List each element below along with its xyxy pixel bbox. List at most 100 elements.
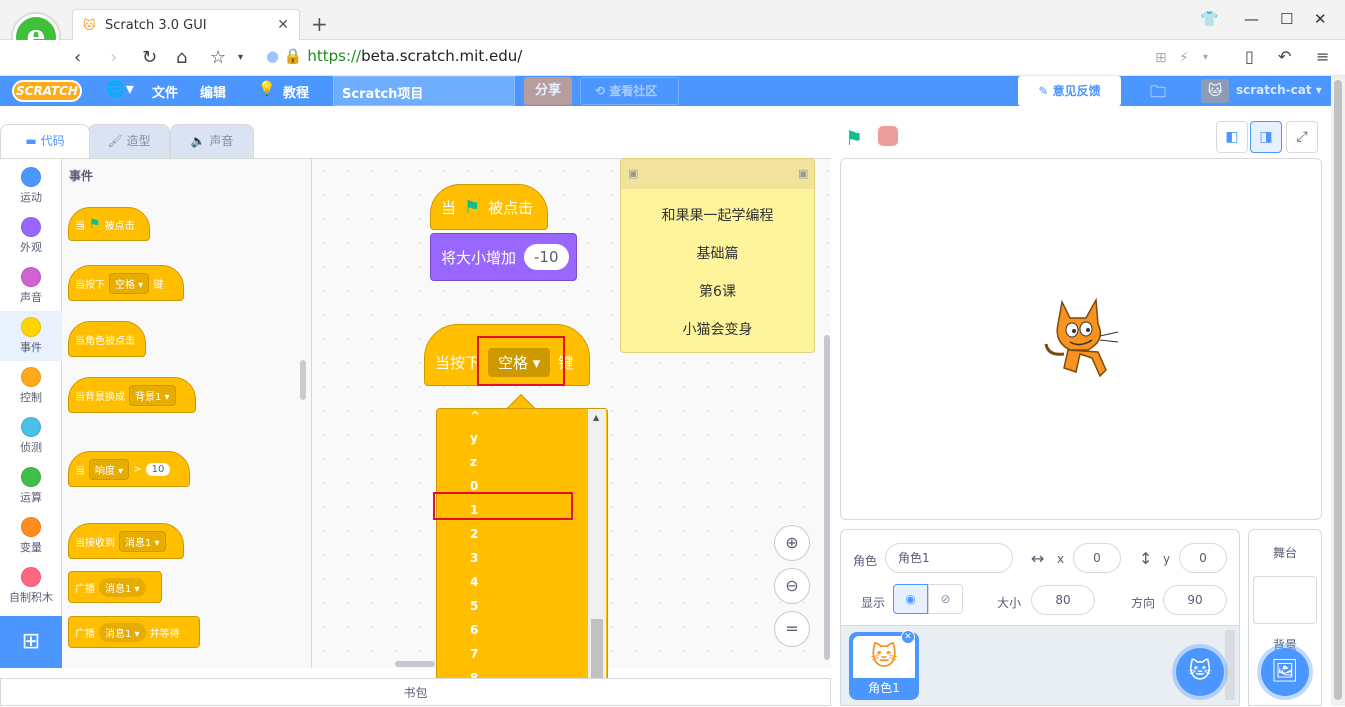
shirt-icon[interactable]: 👕: [1200, 10, 1219, 28]
sensor-dropdown[interactable]: 响度 ▾: [89, 458, 130, 480]
dropdown-item[interactable]: 7: [470, 647, 590, 661]
category-my-blocks[interactable]: 自制积木: [0, 561, 62, 611]
dropdown-item[interactable]: 2: [470, 527, 590, 541]
dropdown-item[interactable]: ^: [470, 409, 590, 423]
comment-note[interactable]: ▣ ▣ 和果果一起学编程 基础篇 第6课 小猫会变身: [620, 158, 815, 353]
menu-icon[interactable]: ≡: [1316, 47, 1329, 66]
category-operators[interactable]: 运算: [0, 461, 62, 511]
zoom-out-button[interactable]: ⊖: [774, 568, 810, 604]
flyout-scrollbar[interactable]: [300, 360, 306, 400]
block-broadcast[interactable]: 广播 消息1 ▾: [68, 571, 162, 603]
broadcast-dropdown[interactable]: 消息1 ▾: [99, 577, 146, 597]
new-tab-icon[interactable]: +: [311, 12, 328, 36]
dropdown-item[interactable]: 0: [470, 479, 590, 493]
username[interactable]: scratch-cat ▾: [1236, 83, 1322, 97]
category-looks[interactable]: 外观: [0, 211, 62, 261]
note-header[interactable]: ▣ ▣: [621, 159, 814, 189]
add-backdrop-button[interactable]: 🖼: [1261, 648, 1309, 696]
category-variables[interactable]: 变量: [0, 511, 62, 561]
see-community-button[interactable]: ⟲ 查看社区: [580, 77, 679, 105]
menu-edit[interactable]: 编辑: [200, 82, 226, 101]
tab-sounds[interactable]: 🔈 声音: [170, 124, 254, 158]
minimize-icon[interactable]: —: [1244, 10, 1259, 28]
category-sound[interactable]: 声音: [0, 261, 62, 311]
undo-icon[interactable]: ↶: [1278, 47, 1291, 66]
block-broadcast-and-wait[interactable]: 广播 消息1 ▾ 并等待: [68, 616, 200, 648]
hide-sprite-button[interactable]: ⊘: [928, 584, 963, 614]
zoom-reset-button[interactable]: =: [774, 611, 810, 647]
menu-tutorials[interactable]: 教程: [283, 82, 309, 101]
block-when-backdrop-switches[interactable]: 当背景换成 背景1 ▾: [68, 377, 196, 413]
grid-icon[interactable]: ⊞: [1155, 50, 1167, 66]
y-input[interactable]: 0: [1179, 543, 1227, 573]
back-icon[interactable]: ‹: [74, 47, 81, 68]
block-change-size[interactable]: 将大小增加 -10: [430, 233, 577, 281]
close-tab-icon[interactable]: ✕: [277, 17, 289, 33]
size-input[interactable]: 80: [1031, 585, 1095, 615]
category-events[interactable]: 事件: [0, 311, 62, 361]
tab-code[interactable]: ▬ 代码: [0, 124, 90, 158]
share-button[interactable]: 分享: [524, 77, 572, 105]
avatar[interactable]: 🐱: [1201, 79, 1229, 103]
cat-sprite-icon[interactable]: [1040, 296, 1120, 382]
block-when-receive[interactable]: 当接收到 消息1 ▾: [68, 523, 184, 559]
size-change-input[interactable]: -10: [524, 244, 569, 270]
category-control[interactable]: 控制: [0, 361, 62, 411]
backdrop-dropdown[interactable]: 背景1 ▾: [129, 384, 176, 406]
stage-thumbnail[interactable]: [1253, 576, 1317, 624]
sprite-list-scrollbar[interactable]: [1225, 630, 1235, 700]
sprite-name-input[interactable]: 角色1: [885, 543, 1013, 573]
project-title-input[interactable]: Scratch项目: [333, 76, 515, 106]
page-scroll-thumb[interactable]: [1334, 80, 1342, 700]
script-when-flag-clicked[interactable]: 当 ⚑ 被点击: [430, 184, 548, 230]
add-extension-button[interactable]: ⊞: [0, 616, 62, 668]
zoom-in-button[interactable]: ⊕: [774, 525, 810, 561]
dropdown-item[interactable]: z: [470, 455, 590, 469]
reading-icon[interactable]: ▯: [1245, 47, 1254, 66]
forward-icon[interactable]: ›: [110, 47, 117, 68]
show-sprite-button[interactable]: ◉: [893, 584, 928, 614]
feedback-button[interactable]: ✎ 意见反馈: [1018, 76, 1121, 106]
direction-input[interactable]: 90: [1163, 585, 1227, 615]
dropdown-item[interactable]: 4: [470, 575, 590, 589]
workspace-horizontal-scrollbar[interactable]: [395, 661, 435, 667]
folder-icon[interactable]: 🗀: [1150, 81, 1166, 108]
fullscreen-button[interactable]: ⤢: [1286, 121, 1318, 153]
green-flag-icon[interactable]: ⚑: [845, 126, 863, 150]
message-dropdown[interactable]: 消息1 ▾: [119, 530, 166, 552]
page-scrollbar[interactable]: [1331, 76, 1345, 706]
scroll-up-icon[interactable]: ▲: [593, 413, 599, 422]
chevron-down-icon[interactable]: ▾: [1203, 52, 1208, 63]
tab-costumes[interactable]: 🖌 造型: [88, 124, 170, 158]
stop-icon[interactable]: [878, 126, 898, 146]
block-when-key-pressed[interactable]: 当按下 空格 ▾ 键: [68, 265, 184, 301]
scratch-logo[interactable]: SCRATCH: [12, 80, 82, 102]
close-window-icon[interactable]: ✕: [1314, 10, 1327, 28]
small-stage-button[interactable]: ◧: [1216, 121, 1248, 153]
x-input[interactable]: 0: [1073, 543, 1121, 573]
dropdown-item[interactable]: 6: [470, 623, 590, 637]
category-sensing[interactable]: 侦测: [0, 411, 62, 461]
block-when-flag-clicked[interactable]: 当 ⚑ 被点击: [68, 207, 150, 241]
block-when-greater-than[interactable]: 当 响度 ▾ > 10: [68, 451, 190, 487]
key-dropdown[interactable]: 空格 ▾: [109, 272, 150, 294]
delete-sprite-icon[interactable]: ✕: [901, 630, 915, 644]
dropdown-item[interactable]: 5: [470, 599, 590, 613]
block-when-sprite-clicked[interactable]: 当角色被点击: [68, 321, 146, 357]
globe-icon[interactable]: 🌐▾: [106, 79, 134, 98]
normal-stage-button[interactable]: ◨: [1250, 121, 1282, 153]
broadcast-wait-dropdown[interactable]: 消息1 ▾: [99, 622, 146, 642]
add-sprite-button[interactable]: 🐱: [1176, 648, 1224, 696]
sprite-thumbnail[interactable]: 🐱 角色1 ✕: [849, 630, 919, 700]
menu-file[interactable]: 文件: [152, 82, 178, 101]
maximize-icon[interactable]: ☐: [1280, 10, 1293, 28]
address-bar[interactable]: ● 🔒 https://beta.scratch.mit.edu/: [266, 47, 522, 65]
dropdown-item[interactable]: 3: [470, 551, 590, 565]
dropdown-item[interactable]: y: [470, 431, 590, 445]
category-motion[interactable]: 运动: [0, 161, 62, 211]
workspace-vertical-scrollbar[interactable]: [824, 335, 830, 660]
backpack[interactable]: 书包: [0, 678, 831, 706]
lightning-icon[interactable]: ⚡: [1179, 50, 1189, 66]
home-icon[interactable]: ⌂: [176, 47, 187, 68]
browser-tab[interactable]: 🐱 Scratch 3.0 GUI ✕: [72, 9, 300, 40]
